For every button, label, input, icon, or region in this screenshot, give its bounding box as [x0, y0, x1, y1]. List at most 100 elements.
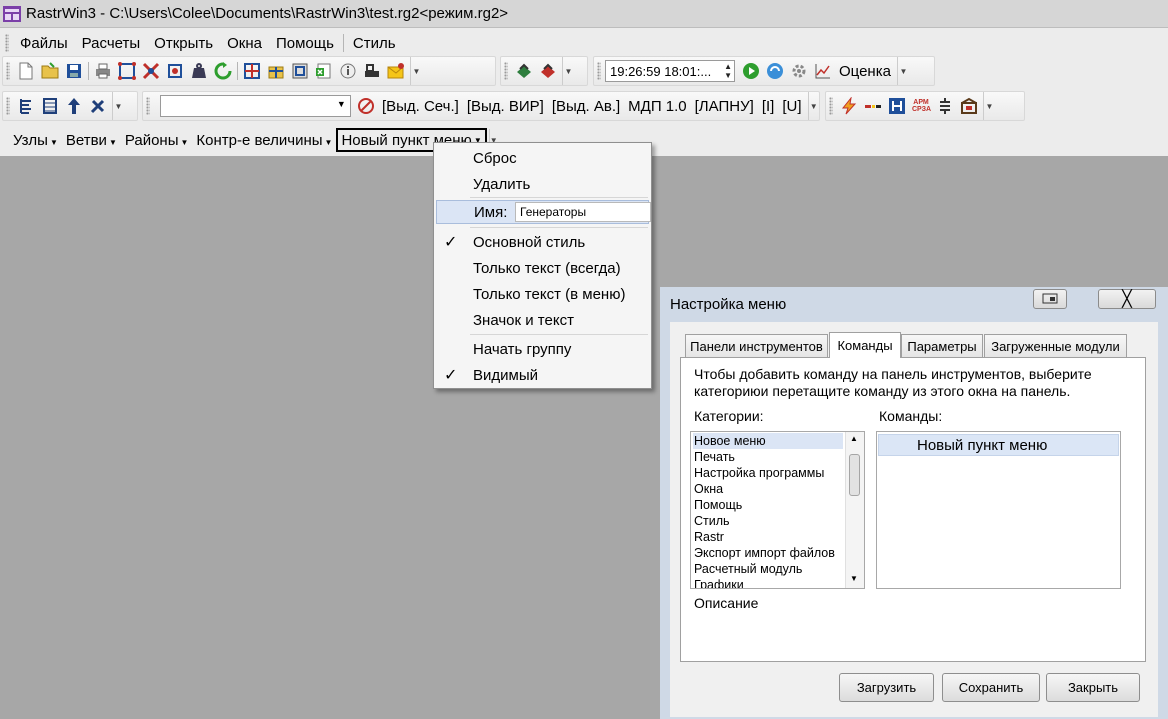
save-icon[interactable] — [64, 61, 84, 81]
save-button[interactable]: Сохранить — [942, 673, 1040, 702]
open-folder-icon[interactable] — [40, 61, 60, 81]
sel-av-button[interactable]: [Выд. Ав.] — [548, 98, 624, 115]
excel-export-icon[interactable] — [314, 61, 334, 81]
toolbar-grip[interactable] — [829, 97, 833, 115]
list-item[interactable]: Графики — [694, 577, 744, 588]
toolbar-grip[interactable] — [597, 62, 601, 80]
cycle-icon[interactable] — [765, 61, 785, 81]
menu-windows[interactable]: Окна — [220, 35, 269, 52]
toolbar-overflow-chevron[interactable]: ▼ — [983, 92, 995, 120]
voltage-button[interactable]: [U] — [778, 98, 805, 115]
menu-calculations[interactable]: Расчеты — [75, 35, 148, 52]
ctx-begin-group[interactable]: Начать группу — [434, 337, 651, 361]
ctx-name-row[interactable]: Имя: Генераторы — [436, 200, 651, 224]
network-grid-icon[interactable] — [117, 61, 137, 81]
settings-gear-icon[interactable] — [789, 61, 809, 81]
list-item[interactable]: Экспорт импорт файлов — [694, 545, 835, 561]
menu-files[interactable]: Файлы — [13, 35, 75, 52]
tab-parameters[interactable]: Параметры — [901, 334, 983, 357]
refresh-icon[interactable] — [213, 61, 233, 81]
toolbar-overflow-chevron[interactable]: ▼ — [896, 57, 909, 85]
load-button[interactable]: Загрузить — [839, 673, 934, 702]
menu-help[interactable]: Помощь — [269, 35, 341, 52]
layers-icon[interactable] — [514, 61, 534, 81]
scheme-open-icon[interactable] — [266, 61, 286, 81]
network-cross-icon[interactable] — [141, 61, 161, 81]
info-icon[interactable] — [338, 61, 358, 81]
menu-style[interactable]: Стиль — [346, 35, 403, 52]
tab-loaded-modules[interactable]: Загруженные модули — [984, 334, 1127, 357]
current-button[interactable]: [I] — [758, 98, 779, 115]
list-item[interactable]: Новое меню — [694, 433, 766, 449]
new-file-icon[interactable] — [16, 61, 36, 81]
tools-icon[interactable] — [88, 96, 108, 116]
tree-icon[interactable] — [16, 96, 36, 116]
toolbar-overflow-chevron[interactable]: ▼ — [562, 57, 574, 85]
list-item[interactable]: Новый пункт меню — [917, 437, 1047, 454]
selection-combobox[interactable]: ▼ — [159, 95, 351, 117]
menu-name-input[interactable]: Генераторы — [515, 202, 651, 222]
close-dialog-button[interactable]: Закрыть — [1046, 673, 1140, 702]
lapnu-button[interactable]: [ЛАПНУ] — [691, 98, 758, 115]
ctx-text-only-always[interactable]: Только текст (всегда) — [434, 256, 651, 280]
scheme-icon[interactable] — [242, 61, 262, 81]
sel-section-button[interactable]: [Выд. Сеч.] — [378, 98, 463, 115]
lightning-icon[interactable] — [839, 96, 859, 116]
print-icon[interactable] — [93, 61, 113, 81]
machine-icon[interactable] — [362, 61, 382, 81]
scroll-up-icon[interactable]: ▲ — [850, 434, 858, 443]
run-icon[interactable] — [741, 61, 761, 81]
layers-edit-icon[interactable] — [538, 61, 558, 81]
scroll-down-icon[interactable]: ▼ — [850, 574, 858, 583]
toolbar-grip[interactable] — [6, 97, 10, 115]
toolbar-grip[interactable] — [504, 62, 508, 80]
menu-regions[interactable]: Районы ▼ — [121, 132, 193, 149]
toolbar-grip[interactable] — [146, 97, 150, 115]
time-spinner[interactable]: ▲ ▼ — [724, 62, 732, 80]
sel-vir-button[interactable]: [Выд. ВИР] — [463, 98, 548, 115]
ctx-text-only-menu[interactable]: Только текст (в меню) — [434, 282, 651, 306]
toolbar-overflow-chevron[interactable]: ▼ — [112, 92, 124, 120]
ctx-icon-and-text[interactable]: Значок и текст — [434, 308, 651, 332]
weight-icon[interactable] — [189, 61, 209, 81]
transformer-icon[interactable] — [935, 96, 955, 116]
tab-commands[interactable]: Команды — [829, 332, 901, 358]
menu-nodes[interactable]: Узлы ▼ — [9, 132, 62, 149]
categories-list[interactable]: Новое меню Печать Настройка программы Ок… — [690, 431, 865, 589]
chart-icon[interactable] — [813, 61, 833, 81]
combo-arrow-icon[interactable]: ▼ — [337, 99, 346, 109]
arrow-up-icon[interactable] — [64, 96, 84, 116]
toolbar-overflow-chevron[interactable]: ▼ — [807, 92, 820, 120]
relay-icon[interactable] — [887, 96, 907, 116]
ctx-reset[interactable]: Сброс — [434, 146, 651, 170]
table-icon[interactable] — [40, 96, 60, 116]
list-item[interactable]: Rastr — [694, 529, 724, 545]
list-item[interactable]: Стиль — [694, 513, 730, 529]
list-item[interactable]: Настройка программы — [694, 465, 824, 481]
list-item[interactable]: Печать — [694, 449, 735, 465]
scroll-thumb[interactable] — [849, 454, 860, 496]
line-flags-icon[interactable] — [863, 96, 883, 116]
toolbar-overflow-chevron[interactable]: ▼ — [410, 57, 422, 85]
assessment-label[interactable]: Оценка — [835, 63, 895, 80]
substation-icon[interactable] — [959, 96, 979, 116]
menu-control-values[interactable]: Контр-е величины ▼ — [192, 132, 336, 149]
mdp-button[interactable]: МДП 1.0 — [624, 98, 690, 115]
time-field[interactable]: 19:26:59 18:01:... ▲ ▼ — [605, 60, 735, 82]
restore-button[interactable] — [1033, 289, 1067, 309]
no-entry-icon[interactable] — [357, 96, 376, 116]
menu-open[interactable]: Открыть — [147, 35, 220, 52]
menubar-grip[interactable] — [5, 34, 9, 52]
list-item[interactable]: Окна — [694, 481, 723, 497]
scheme-edit-icon[interactable] — [290, 61, 310, 81]
list-item[interactable]: Помощь — [694, 497, 742, 513]
toolbar-grip[interactable] — [6, 62, 10, 80]
network-nodes-icon[interactable] — [165, 61, 185, 81]
close-button[interactable]: ╳ — [1098, 289, 1156, 309]
menu-branches[interactable]: Ветви ▼ — [62, 132, 121, 149]
categories-scrollbar[interactable]: ▲ ▼ — [845, 432, 864, 588]
list-item[interactable]: Расчетный модуль — [694, 561, 802, 577]
arm-srza-icon[interactable]: АРМ СРЗА — [911, 96, 931, 116]
ctx-base-style[interactable]: ✓ Основной стиль — [434, 230, 651, 254]
ctx-delete[interactable]: Удалить — [434, 172, 651, 196]
